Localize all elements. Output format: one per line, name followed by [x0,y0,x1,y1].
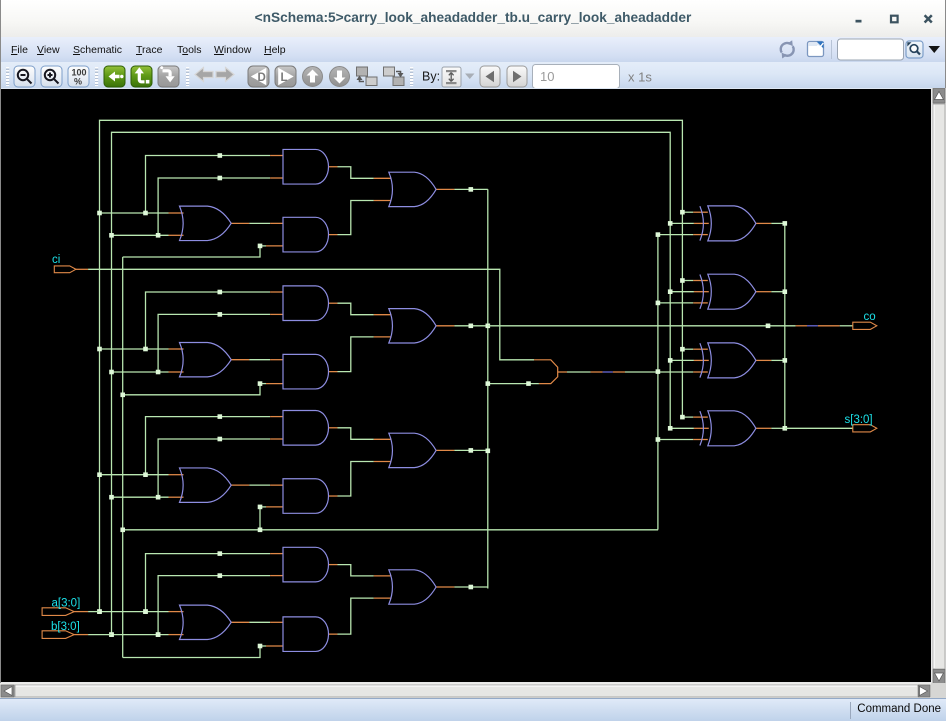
svg-text:%: % [74,77,82,87]
svg-text:10: 10 [540,69,554,84]
svg-text:b[3:0]: b[3:0] [51,620,80,632]
svg-text:D: D [258,72,266,84]
svg-text:co: co [864,311,876,323]
svg-text:a[3:0]: a[3:0] [52,597,81,609]
svg-text:By:: By: [422,70,440,84]
svg-text:L: L [281,72,288,84]
svg-text:ci: ci [52,254,60,266]
svg-text:s[3:0]: s[3:0] [845,414,873,426]
svg-text:x 1s: x 1s [628,70,652,85]
